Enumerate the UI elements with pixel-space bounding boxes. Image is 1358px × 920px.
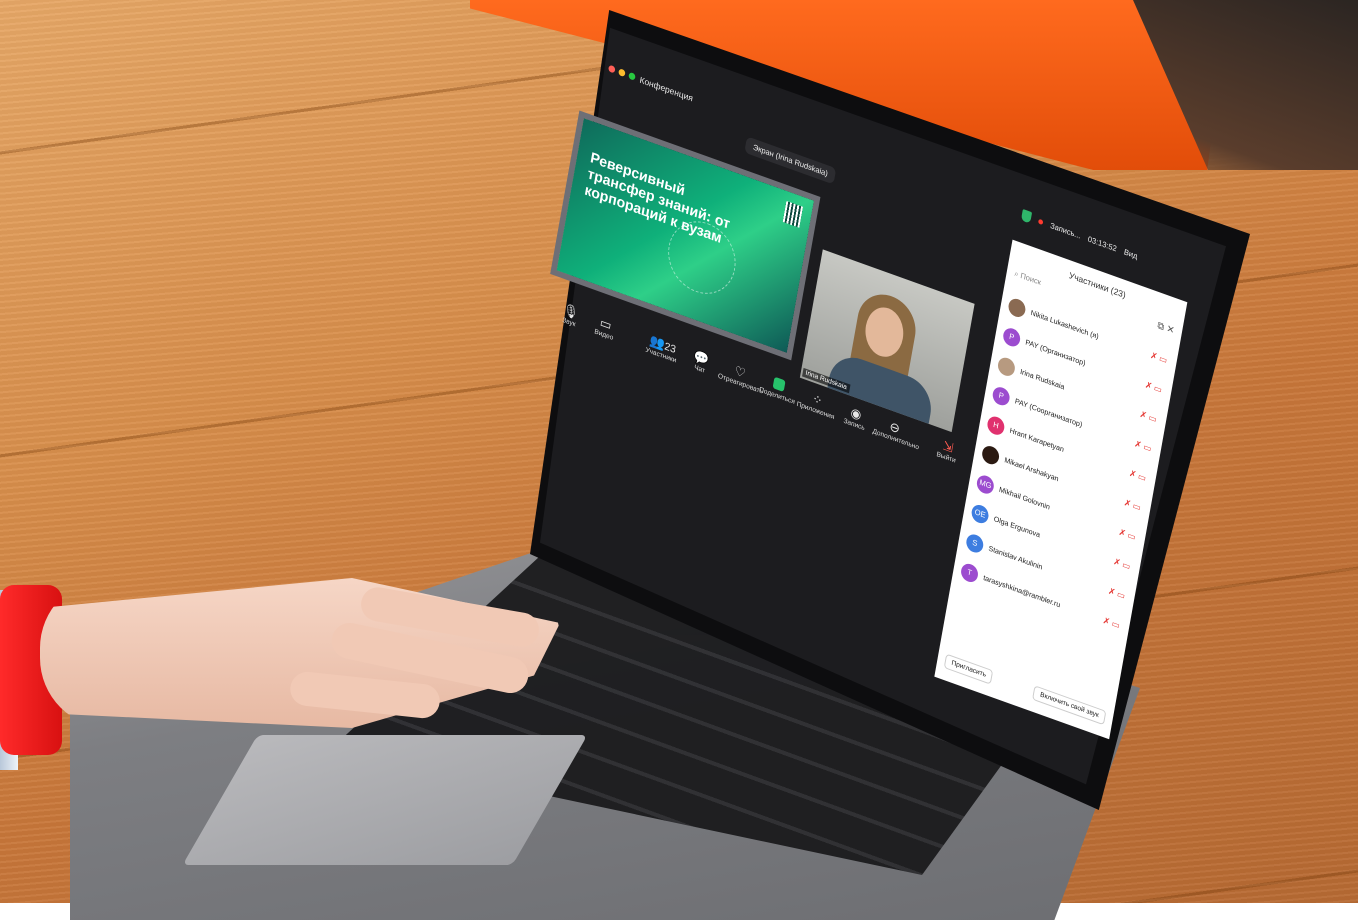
mic-muted-icon: ✗▭ (1149, 350, 1170, 367)
record-button[interactable]: ◉ Запись (833, 399, 877, 435)
avatar: S (965, 531, 985, 555)
mic-muted-icon: ✗▭ (1133, 438, 1154, 455)
recording-label: Запись... (1049, 220, 1082, 241)
mic-muted-icon: ✗▭ (1112, 556, 1133, 573)
mic-muted-icon: ✗▭ (1102, 615, 1123, 632)
invite-button[interactable]: Пригласить (943, 653, 994, 685)
mic-muted-icon: ✗▭ (1128, 467, 1149, 484)
react-button[interactable]: ♡ Отреагировать (717, 358, 763, 396)
avatar (996, 354, 1017, 378)
avatar: P (991, 384, 1012, 408)
meeting-timer: 03:13:52 (1087, 234, 1118, 253)
participants-button[interactable]: 👥23 Участники (640, 330, 684, 366)
shield-icon (1020, 208, 1033, 224)
exit-button[interactable]: ⇲ Выйти (925, 432, 969, 468)
record-dot-icon (1038, 218, 1044, 225)
avatar: H (986, 413, 1006, 437)
close-dot[interactable] (607, 64, 616, 74)
chat-button[interactable]: 💬 Чат (679, 344, 723, 380)
avatar: T (959, 560, 980, 585)
avatar: MG (975, 472, 996, 496)
more-button[interactable]: ⊖ Дополнительно (872, 413, 920, 451)
mic-muted-icon: ✗▭ (1123, 497, 1144, 514)
panel-actions[interactable]: ⧉ ✕ (1157, 320, 1176, 336)
maximize-dot[interactable] (628, 71, 636, 81)
minimize-dot[interactable] (618, 68, 626, 78)
traffic-lights[interactable] (607, 64, 636, 81)
apps-button[interactable]: ⁘ Приложения (795, 385, 839, 421)
avatar: OE (970, 502, 990, 526)
popout-icon[interactable]: ⧉ (1157, 320, 1165, 333)
video-button[interactable]: ▭ Видео (583, 309, 627, 345)
mic-muted-icon: ✗▭ (1139, 408, 1160, 426)
share-button[interactable]: Поделиться (756, 371, 800, 406)
mic-muted-icon: ✗▭ (1107, 585, 1128, 602)
avatar (980, 443, 1001, 467)
avatar: P (1001, 325, 1022, 349)
avatar (1007, 295, 1027, 319)
mic-muted-icon: ✗▭ (1118, 526, 1139, 543)
search-placeholder: Поиск (1019, 271, 1042, 287)
view-menu[interactable]: Вид (1123, 247, 1138, 260)
mic-muted-icon: ✗▭ (1144, 379, 1165, 396)
unmute-self-button[interactable]: Включить свой звук (1032, 685, 1107, 726)
close-icon[interactable]: ✕ (1166, 323, 1176, 336)
qr-code-icon (782, 200, 803, 228)
